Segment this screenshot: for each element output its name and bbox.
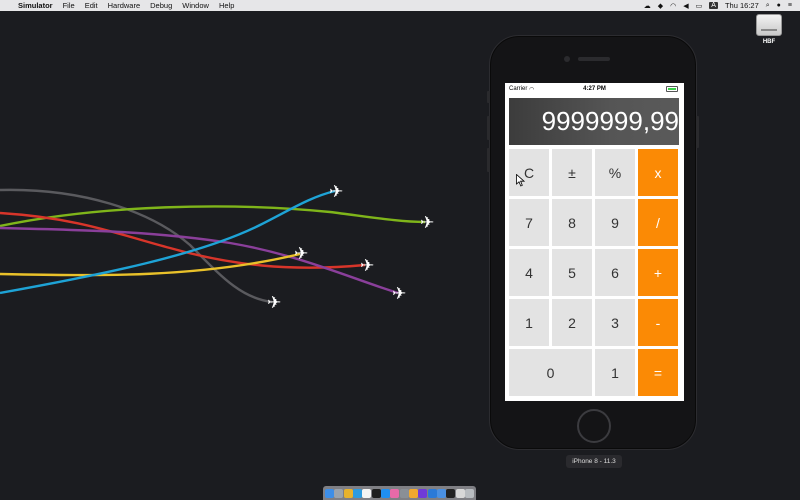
input-source-icon[interactable]: A [709,2,718,9]
earpiece-speaker [578,57,610,61]
airplane-icon: ✈ [360,256,374,276]
battery-icon [666,86,678,92]
dock-app-icon[interactable] [418,488,428,498]
dock-photos-icon[interactable] [390,488,400,498]
key-digit-2[interactable]: 2 [552,299,592,346]
menu-window[interactable]: Window [182,1,209,10]
dock-appstore-icon[interactable] [381,488,391,498]
key-equals[interactable]: = [638,349,678,396]
iphone-simulator: Carrier ◠ 4:27 PM 9999999,99 C ±% x 7 8 9/ 4 5 6… [487,35,699,450]
dock-trash-icon[interactable] [464,488,474,498]
airplane-icon: ✈ [329,182,343,202]
dock-settings-icon[interactable] [399,488,409,498]
airplane-icon: ✈ [294,244,308,264]
pointer-cursor-icon [516,174,525,187]
calculator-display: 9999999,99 [509,98,679,145]
volume-icon[interactable]: ◀ [683,2,688,10]
dock-sketch-icon[interactable] [408,488,418,498]
key-plus-minus[interactable]: ± [552,149,592,196]
key-digit-9[interactable]: 9 [595,199,635,246]
dock-safari-icon[interactable] [353,488,363,498]
device-label: iPhone 8 - 11.3 [566,455,622,468]
dock-finder-icon[interactable] [325,488,335,498]
key-digit-6[interactable]: 6 [595,249,635,296]
dock-launchpad-icon[interactable] [334,488,344,498]
key-multiply[interactable]: x [638,149,678,196]
dock-chrome-icon[interactable] [343,488,353,498]
ios-status-bar: Carrier ◠ 4:27 PM [505,83,684,95]
menu-help[interactable]: Help [219,1,234,10]
dock [323,486,476,500]
dock-simulator-icon[interactable] [436,488,446,498]
mute-switch[interactable] [487,91,490,103]
dock-xcode-icon[interactable] [427,488,437,498]
airplane-icon: ✈ [420,213,434,233]
dock-app-icon[interactable] [371,488,381,498]
key-digit-0[interactable]: 0 [509,349,592,396]
key-digit-8[interactable]: 8 [552,199,592,246]
key-add[interactable]: + [638,249,678,296]
plane-trail-green [0,205,426,228]
key-divide[interactable]: / [638,199,678,246]
key-clear[interactable]: C [509,149,549,196]
drive-label: HBF [762,39,776,45]
search-icon[interactable]: ⌕ [766,2,770,10]
key-digit-1[interactable]: 1 [595,349,635,396]
battery-icon[interactable]: ▭ [696,2,703,10]
home-button[interactable] [577,409,611,443]
volume-down-button[interactable] [487,148,490,172]
power-button[interactable] [696,116,699,148]
menu-file[interactable]: File [63,1,75,10]
menu-edit[interactable]: Edit [85,1,98,10]
wifi-icon[interactable]: ◠ [670,2,676,10]
key-digit-1[interactable]: 1 [509,299,549,346]
key-digit-3[interactable]: 3 [595,299,635,346]
menu-extras: ☁ ◆ ◠ ◀ ▭ A Thu 16:27 ⌕ ● ≡ [644,0,792,11]
menu-bar: Simulator File Edit Hardware Debug Windo… [0,0,800,11]
menu-clock[interactable]: Thu 16:27 [725,1,759,10]
key-digit-5[interactable]: 5 [552,249,592,296]
plane-trail-purple [0,226,399,295]
phone-screen: Carrier ◠ 4:27 PM 9999999,99 C ±% x 7 8 9/ 4 5 6… [505,83,684,401]
hard-drive-icon [756,14,782,36]
menu-debug[interactable]: Debug [150,1,172,10]
key-digit-4[interactable]: 4 [509,249,549,296]
key-digit-7[interactable]: 7 [509,199,549,246]
key-percent[interactable]: % [595,149,635,196]
dock-terminal-icon[interactable] [446,488,456,498]
desktop-drive-icon[interactable]: HBF [754,14,784,45]
dock-calendar-icon[interactable] [362,488,372,498]
menu-app-simulator[interactable]: Simulator [18,1,53,10]
front-camera [564,56,570,62]
key-subtract[interactable]: - [638,299,678,346]
cloud-icon[interactable]: ☁ [644,2,651,10]
notification-center-icon[interactable]: ≡ [788,2,792,9]
volume-up-button[interactable] [487,116,490,140]
dock-preview-icon[interactable] [455,488,465,498]
siri-icon[interactable]: ● [777,2,781,9]
status-time: 4:27 PM [583,86,606,92]
airplane-icon: ✈ [267,293,281,313]
airplane-icon: ✈ [392,284,406,304]
menu-hardware[interactable]: Hardware [108,1,141,10]
dropbox-icon[interactable]: ◆ [658,2,663,10]
